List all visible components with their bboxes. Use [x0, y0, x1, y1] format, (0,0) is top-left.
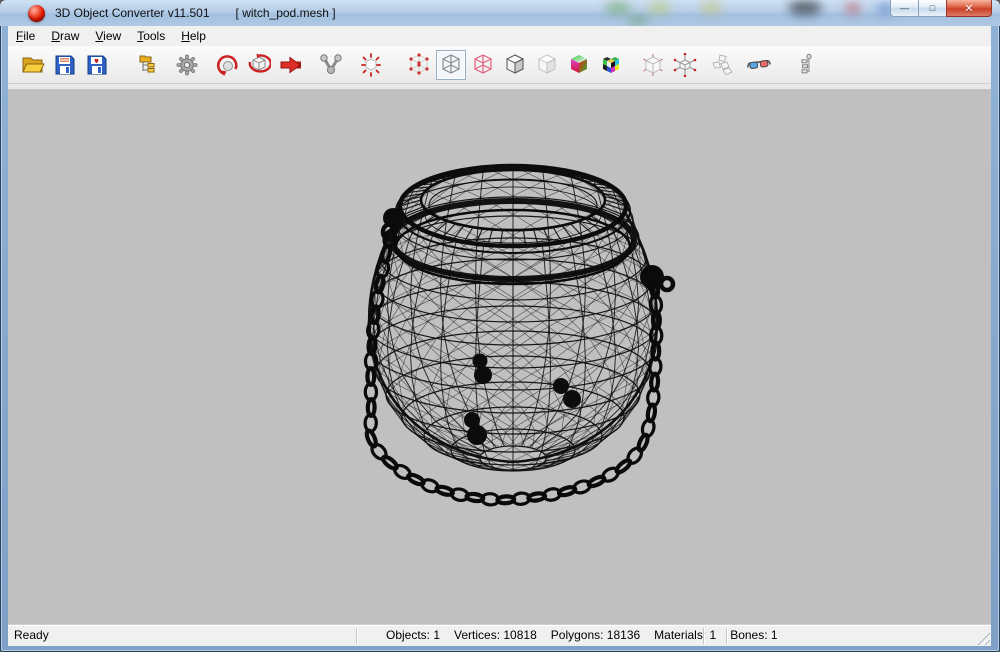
vertex-spikes-icon — [359, 53, 383, 77]
minimize-button[interactable]: — — [890, 0, 919, 17]
3d-glasses-icon — [747, 53, 771, 77]
viewport-3d[interactable] — [8, 84, 991, 626]
status-bones: Bones: 1 — [730, 628, 777, 642]
wireframe-mode-button[interactable] — [436, 50, 466, 80]
app-window: 3D Object Converter v11.501 [ witch_pod.… — [0, 0, 1000, 652]
open-file-button[interactable] — [18, 50, 48, 80]
floppy-heart-icon — [85, 53, 109, 77]
status-polygons: Polygons: 18136 — [551, 628, 640, 642]
axes-cube-icon — [673, 53, 697, 77]
menu-bar: File Draw View Tools Help — [8, 26, 991, 46]
hierarchy-tree-icon — [135, 53, 159, 77]
status-separator — [726, 628, 727, 644]
menu-draw[interactable]: Draw — [43, 27, 87, 45]
desktop-blur-blob — [648, 2, 670, 14]
checker-cube-icon — [599, 53, 623, 77]
window-controls: — □ ✕ — [890, 0, 992, 17]
window-title: 3D Object Converter v11.501 — [55, 6, 210, 20]
wireframe-cube-icon — [439, 53, 463, 77]
bone-chain-icon — [795, 53, 819, 77]
open-folder-icon — [21, 53, 45, 77]
import-object-button[interactable] — [276, 50, 306, 80]
resize-grip[interactable] — [977, 632, 990, 645]
status-objects: Objects: 1 — [386, 628, 440, 642]
menu-file[interactable]: File — [8, 27, 43, 45]
unfolded-faces-icon — [711, 53, 735, 77]
status-vertices: Vertices: 10818 — [454, 628, 537, 642]
smooth-shaded-mode-button[interactable] — [532, 50, 562, 80]
status-separator — [356, 628, 357, 644]
hidden-line-mode-button[interactable] — [468, 50, 498, 80]
status-ready: Ready — [14, 628, 49, 642]
save-file-button[interactable] — [50, 50, 80, 80]
anaglyph-mode-button[interactable] — [744, 50, 774, 80]
desktop-blur-blob — [628, 16, 648, 25]
scene-tree-button[interactable] — [132, 50, 162, 80]
status-bar: Ready Objects: 1 Vertices: 10818 Polygon… — [8, 626, 991, 646]
pivot-axes-mode-button[interactable] — [670, 50, 700, 80]
status-materials: Materials: 1 — [654, 628, 716, 642]
rotate-cube-icon — [247, 53, 271, 77]
textured-mode-button[interactable] — [596, 50, 626, 80]
joints-button[interactable] — [316, 50, 346, 80]
gear-icon — [175, 53, 199, 77]
title-bar[interactable]: 3D Object Converter v11.501 [ witch_pod.… — [0, 0, 1000, 26]
joints-icon — [319, 53, 343, 77]
rotate-arrow-icon — [215, 53, 239, 77]
smooth-cube-icon — [535, 53, 559, 77]
menu-view[interactable]: View — [87, 27, 129, 45]
toolbar — [8, 46, 991, 84]
unwrap-mode-button[interactable] — [708, 50, 738, 80]
save-favorite-button[interactable] — [82, 50, 112, 80]
menu-help[interactable]: Help — [173, 27, 214, 45]
wireframe-cauldron-model — [8, 89, 991, 626]
material-mode-button[interactable] — [564, 50, 594, 80]
normals-cube-icon — [641, 53, 665, 77]
status-model-stats: Objects: 1 Vertices: 10818 Polygons: 181… — [386, 628, 778, 642]
desktop-blur-blob — [605, 2, 631, 14]
rotate-object-button[interactable] — [244, 50, 274, 80]
settings-button[interactable] — [172, 50, 202, 80]
points-cube-icon — [407, 53, 431, 77]
app-icon — [28, 5, 45, 22]
normals-mode-button[interactable] — [638, 50, 668, 80]
points-mode-button[interactable] — [404, 50, 434, 80]
maximize-button[interactable]: □ — [919, 0, 946, 17]
rainbow-cube-icon — [567, 53, 591, 77]
status-separator — [703, 628, 704, 644]
close-button[interactable]: ✕ — [946, 0, 992, 17]
floppy-disk-icon — [53, 53, 77, 77]
rotate-view-button[interactable] — [212, 50, 242, 80]
open-document-name: [ witch_pod.mesh ] — [236, 6, 336, 20]
red-arrow-cube-icon — [279, 53, 303, 77]
pink-wireframe-cube-icon — [471, 53, 495, 77]
menu-tools[interactable]: Tools — [129, 27, 173, 45]
bone-hierarchy-button[interactable] — [792, 50, 822, 80]
vertex-markers-button[interactable] — [356, 50, 386, 80]
desktop-blur-blob — [788, 1, 822, 15]
solid-mode-button[interactable] — [500, 50, 530, 80]
desktop-blur-blob — [700, 2, 722, 14]
desktop-blur-blob — [845, 3, 861, 14]
solid-cube-icon — [503, 53, 527, 77]
